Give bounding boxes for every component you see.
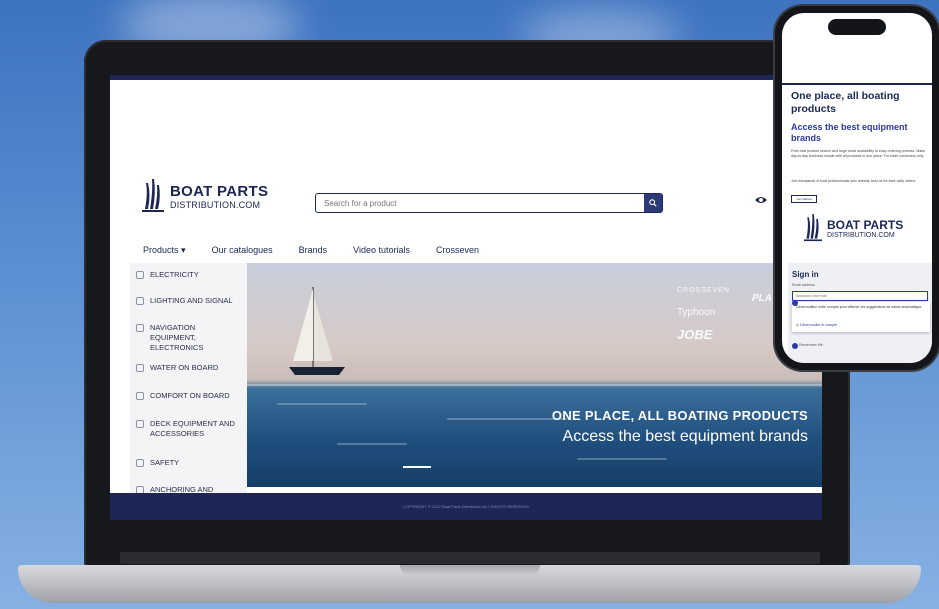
cursor-dot [792, 300, 798, 306]
email-field[interactable] [792, 291, 928, 301]
lightning-icon [136, 271, 144, 279]
bulb-icon [136, 297, 144, 305]
nav-products-label: Products [143, 245, 179, 255]
category-item[interactable]: WATER ON BOARD [130, 363, 247, 373]
brand-logo-jobe[interactable]: JOBE [677, 327, 712, 342]
brand-logo-typhoon[interactable]: Typhoon [677, 307, 715, 318]
lifebuoy-icon [136, 459, 144, 467]
category-item[interactable]: LIGHTING AND SIGNAL [130, 296, 247, 306]
nav-crosseven[interactable]: Crosseven [436, 245, 479, 256]
lock-icon: ◎ [796, 323, 800, 327]
logo-subtitle: DISTRIBUTION.COM [827, 231, 895, 239]
wave [577, 458, 667, 460]
phone-paragraph: Join thousands of boat professionals who… [791, 179, 917, 183]
category-label: WATER ON BOARD [150, 363, 219, 372]
horizon-line [247, 384, 822, 386]
category-label: LIGHTING AND SIGNAL [150, 296, 233, 305]
laptop-notch [400, 565, 540, 575]
search-button[interactable] [644, 194, 662, 212]
logo-title: BOAT PARTS [170, 182, 269, 200]
signin-title: Sign in [792, 270, 819, 279]
autofill-message: Déverrouillez votre compte pour afficher… [796, 305, 922, 309]
laptop-screen: BOAT PARTS DISTRIBUTION.COM Products ▾ O… [110, 75, 822, 520]
phone-logo[interactable]: BOAT PARTS DISTRIBUTION.COM [804, 213, 903, 243]
remember-me-label: Remember Me [799, 343, 823, 347]
chevron-down-icon: ▾ [181, 245, 186, 255]
hero-subtitle: Access the best equipment brands [562, 428, 808, 445]
category-sidebar: ELECTRICITY LIGHTING AND SIGNAL NAVIGATI… [130, 263, 247, 494]
main-nav: Products ▾ Our catalogues Brands Video t… [143, 245, 479, 256]
drop-icon [136, 364, 144, 372]
category-item[interactable]: NAVIGATION EQUIPMENT, ELECTRONICS [130, 323, 247, 353]
nav-products[interactable]: Products ▾ [143, 245, 186, 256]
phone-subheading: Access the best equipment brands [791, 122, 908, 143]
hero-banner[interactable]: CROSSEVEN Typhoon JOBE PLA ONE PLACE, AL… [247, 263, 822, 487]
brand-logo-pla[interactable]: PLA [752, 293, 772, 304]
get-started-button[interactable]: Get started [791, 195, 817, 203]
site-footer: COPYRIGHT © 2022 Boat Parts Distribution… [110, 493, 822, 520]
search-input[interactable] [316, 194, 644, 212]
category-item[interactable]: DECK EQUIPMENT AND ACCESSORIES [130, 419, 247, 439]
category-label: ELECTRICITY [150, 270, 199, 279]
logo-icon [804, 214, 822, 242]
hero-title: ONE PLACE, ALL BOATING PRODUCTS [551, 408, 808, 423]
eye-icon[interactable] [754, 195, 768, 205]
autofill-popup: Déverrouillez votre compte pour afficher… [792, 302, 930, 332]
nav-catalogues[interactable]: Our catalogues [212, 245, 273, 256]
category-item[interactable]: SAFETY [130, 458, 247, 468]
antenna-icon [136, 324, 144, 332]
nav-video-tutorials[interactable]: Video tutorials [353, 245, 410, 256]
remember-checkbox[interactable] [792, 343, 798, 349]
comfort-icon [136, 392, 144, 400]
unlock-account-link[interactable]: ◎ Déverrouiller le compte [796, 323, 837, 327]
logo-icon [142, 179, 164, 212]
logo-subtitle: DISTRIBUTION.COM [170, 199, 261, 210]
brand-logo-crosseven[interactable]: CROSSEVEN [677, 287, 730, 294]
deck-icon [136, 420, 144, 428]
phone-paragraph: From fast product search and large stock… [791, 149, 926, 158]
laptop-hinge [120, 552, 820, 564]
category-label: DECK EQUIPMENT AND ACCESSORIES [150, 419, 235, 438]
search-icon [649, 199, 657, 207]
category-label: COMFORT ON BOARD [150, 391, 230, 400]
phone-heading: One place, all boating products [791, 90, 900, 115]
wave [277, 403, 367, 405]
nav-brands[interactable]: Brands [299, 245, 328, 256]
carousel-indicator[interactable] [403, 466, 431, 468]
phone-top-bar [782, 83, 932, 85]
category-label: NAVIGATION EQUIPMENT, ELECTRONICS [150, 323, 204, 352]
logo-title: BOAT PARTS [827, 217, 904, 232]
wave [447, 418, 567, 420]
category-item[interactable]: COMFORT ON BOARD [130, 391, 247, 401]
wave [337, 443, 407, 445]
category-label: SAFETY [150, 458, 180, 467]
email-label: Email address [792, 283, 815, 287]
phone-screen: One place, all boating products Access t… [782, 13, 932, 363]
sailboat-illustration [289, 287, 345, 375]
footer-copyright: COPYRIGHT © 2022 Boat Parts Distribution… [403, 504, 529, 509]
top-bar [110, 75, 822, 80]
unlock-account-label: Déverrouiller le compte [800, 323, 838, 327]
dynamic-island [828, 19, 886, 35]
category-item[interactable]: ELECTRICITY [130, 270, 247, 280]
site-logo[interactable]: BOAT PARTS DISTRIBUTION.COM [142, 179, 268, 213]
search-bar [315, 193, 663, 213]
